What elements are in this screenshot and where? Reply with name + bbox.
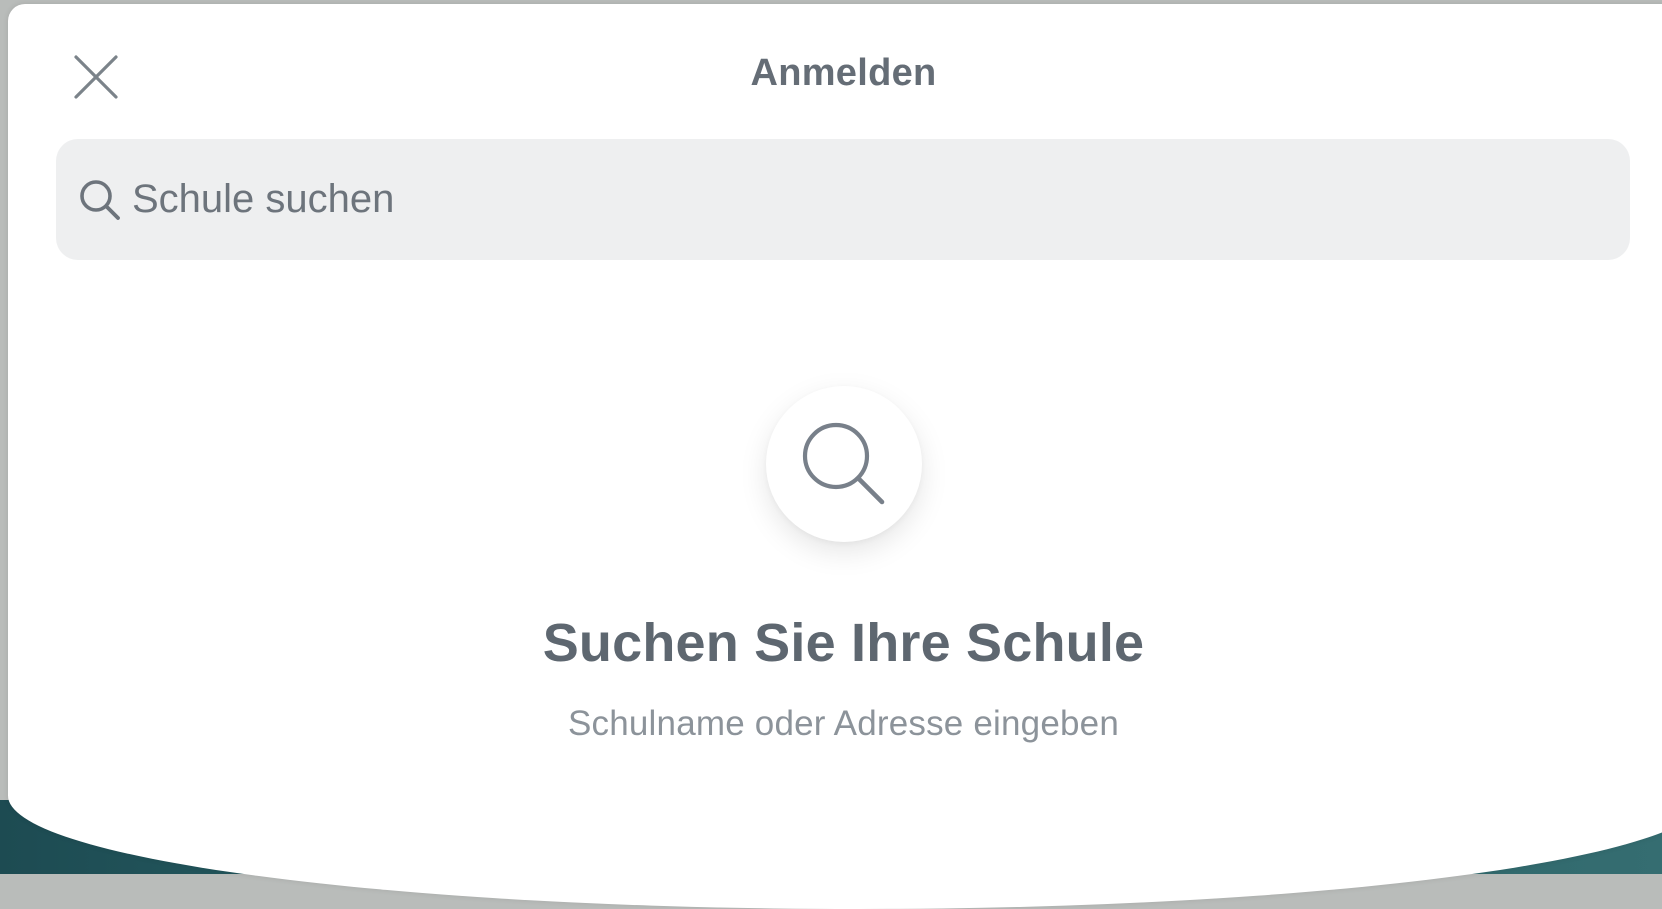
empty-state-heading: Suchen Sie Ihre Schule <box>542 613 1145 673</box>
page-title: Anmelden <box>750 52 937 94</box>
empty-state-subtext: Schulname oder Adresse eingeben <box>567 704 1120 743</box>
empty-state: Suchen Sie Ihre Schule Schulname oder Ad… <box>8 386 1662 744</box>
search-input[interactable] <box>132 177 1582 222</box>
search-icon <box>80 179 120 220</box>
search-icon <box>802 422 884 505</box>
login-sheet: Anmelden Suchen Sie Ihre Schule Schulnam… <box>8 4 1662 909</box>
empty-state-icon-circle <box>765 386 922 542</box>
search-field[interactable] <box>56 139 1630 260</box>
